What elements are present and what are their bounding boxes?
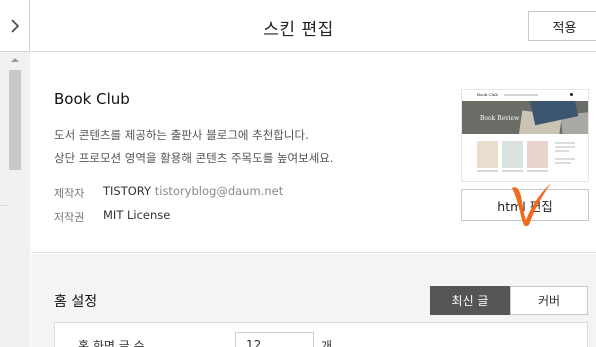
thumbnail-sidebar-line	[555, 150, 569, 152]
author-email: tistoryblog@daum.net	[154, 184, 284, 198]
scrollbar-thumb[interactable]	[9, 70, 21, 170]
page-title: 스킨 편집	[263, 20, 334, 40]
editor-header: 스킨 편집 적용	[31, 0, 596, 52]
license-label: 저작권	[54, 211, 85, 224]
post-count-input[interactable]	[235, 332, 314, 347]
thumbnail-card	[527, 141, 548, 168]
post-count-unit: 개	[321, 339, 333, 347]
skin-description-line2: 상단 프로모션 영역을 활용해 콘텐츠 주목도를 높여보세요.	[54, 151, 334, 165]
home-settings-section: 홈 설정 최신 글 커버 홈 화면 글 수 개	[31, 254, 596, 347]
thumbnail-card-caption	[502, 170, 523, 172]
thumbnail-card-caption	[527, 170, 548, 172]
thumbnail-sidebar-line	[555, 142, 575, 144]
thumbnail-logo: Book Club	[477, 92, 498, 97]
thumbnail-hero-text: Book Review	[480, 115, 520, 122]
thumbnail-sidebar-line	[555, 146, 575, 148]
tab-cover[interactable]: 커버	[510, 286, 588, 315]
thumbnail-hero: Book Review	[462, 101, 588, 134]
thumbnail-sidebar-line	[555, 158, 575, 160]
tab-latest-posts[interactable]: 최신 글	[430, 286, 510, 315]
thumbnail-nav: Book Club	[462, 90, 588, 101]
author-label: 제작자	[54, 187, 85, 200]
skin-description-line1: 도서 콘텐츠를 제공하는 출판사 블로그에 추천합니다.	[54, 128, 309, 142]
author-value: TISTORY tistoryblog@daum.net	[103, 184, 283, 198]
thumbnail-card	[477, 141, 498, 168]
expand-panel-button[interactable]	[0, 0, 30, 52]
left-panel	[0, 0, 30, 347]
section-title: 홈 설정	[54, 294, 98, 310]
thumbnail-sidebar-line	[555, 162, 571, 164]
home-settings-panel: 홈 화면 글 수 개	[54, 322, 588, 347]
divider	[0, 205, 9, 206]
license-value: MIT License	[103, 208, 171, 222]
apply-button[interactable]: 적용	[528, 11, 596, 41]
thumbnail-card-caption	[477, 170, 498, 172]
skin-name: Book Club	[54, 90, 130, 108]
thumbnail-menu-icon	[570, 93, 573, 96]
html-edit-button[interactable]: html 편집	[461, 189, 589, 221]
skin-info-section: Book Club 도서 콘텐츠를 제공하는 출판사 블로그에 추천합니다. 상…	[31, 53, 596, 253]
author-name: TISTORY	[103, 184, 152, 198]
skin-thumbnail: Book Club Book Review	[461, 89, 589, 182]
scroll-up-icon[interactable]	[11, 58, 19, 62]
thumbnail-menu	[504, 94, 538, 96]
thumbnail-card	[502, 141, 523, 168]
chevron-right-icon	[11, 18, 20, 33]
post-count-label: 홈 화면 글 수	[78, 339, 145, 347]
scrollbar[interactable]	[0, 52, 30, 347]
